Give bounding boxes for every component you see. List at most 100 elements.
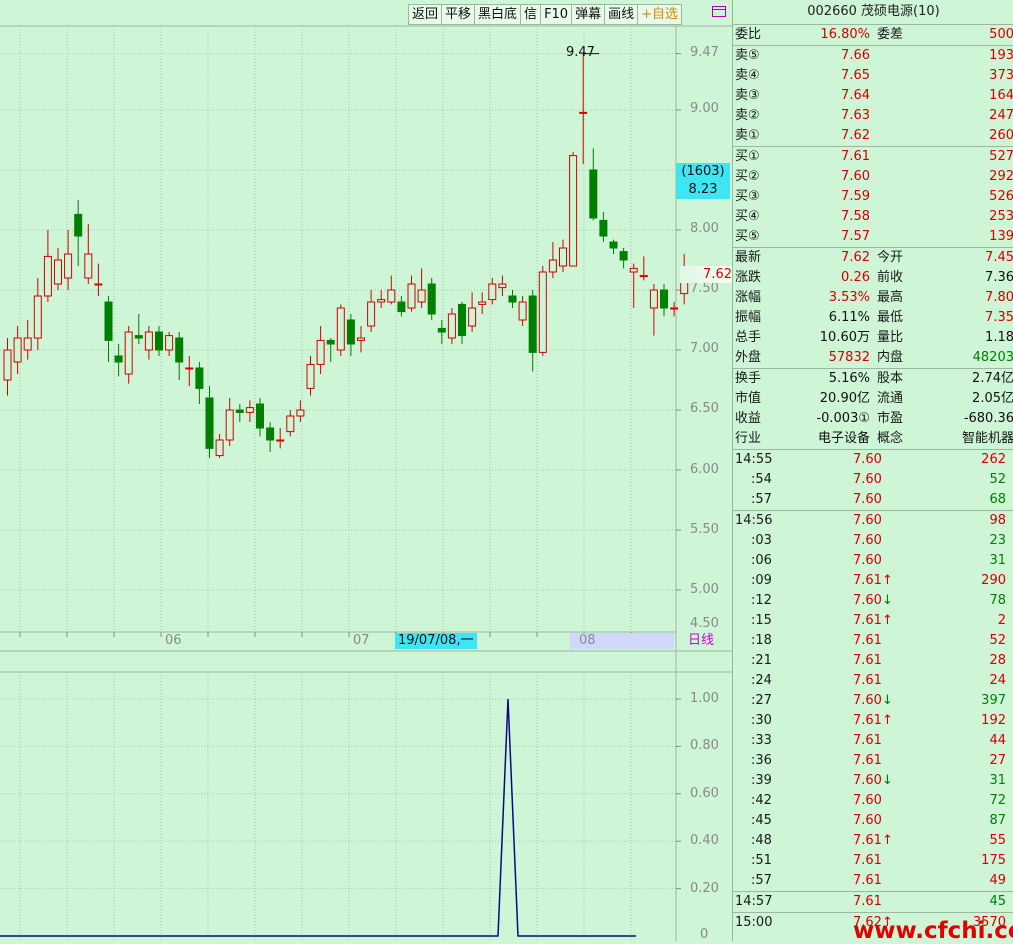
tick-price: 7.61 — [853, 871, 882, 891]
black-bg-button[interactable]: 黑白底 — [474, 4, 521, 25]
back-button[interactable]: 返回 — [408, 4, 442, 25]
candle-body-down — [134, 335, 143, 339]
candle-body-up — [498, 283, 507, 289]
tick-row[interactable]: :27 7.60↓ 397 — [733, 691, 1013, 711]
chart-area[interactable]: 返回 平移 黑白底 信 F10 弹幕 画线 +自选 9.47 9.47 9.00… — [0, 0, 732, 942]
period-label[interactable]: 日线 — [688, 633, 714, 649]
tick-price-value: 7.61 — [853, 713, 882, 728]
candle-body-up — [639, 275, 648, 278]
tick-price: 7.61 — [853, 631, 882, 651]
pan-button[interactable]: 平移 — [441, 4, 475, 25]
tick-direction-icon: ↑ — [881, 833, 893, 848]
f10-button[interactable]: F10 — [540, 4, 572, 25]
tick-price: 7.61 — [853, 851, 882, 871]
tick-price: 7.60 — [853, 450, 882, 470]
tick-price: 7.61↑ — [853, 831, 893, 851]
candle-body-down — [528, 295, 537, 353]
info-label: 流通 — [877, 391, 904, 406]
candle-body-down — [326, 339, 335, 345]
tick-row[interactable]: :21 7.61 28 — [733, 651, 1013, 671]
tick-row[interactable]: 14:56 7.60 98 — [733, 511, 1013, 531]
indicator-tick-label: 0.20 — [690, 881, 719, 896]
tick-row[interactable]: :30 7.61↑ 192 — [733, 711, 1013, 731]
tick-row[interactable]: :42 7.60 72 — [733, 791, 1013, 811]
candle-body-up — [43, 255, 52, 297]
tick-row[interactable]: :51 7.61 175 — [733, 851, 1013, 871]
tick-row[interactable]: 14:57 7.61 45 — [733, 892, 1013, 912]
tick-price-value: 7.61 — [853, 833, 882, 848]
tick-row[interactable]: 14:55 7.60 262 — [733, 450, 1013, 470]
buy-row[interactable]: 买③ 7.59 526 — [733, 187, 1013, 207]
weibi-label: 委比 — [735, 27, 762, 42]
tick-volume: 262 — [981, 452, 1006, 467]
candlestick-chart[interactable] — [0, 0, 732, 941]
sell-row[interactable]: 卖④ 7.65 373 — [733, 66, 1013, 86]
tick-row[interactable]: :57 7.60 68 — [733, 490, 1013, 510]
tick-time: :09 — [751, 573, 772, 588]
tick-row[interactable]: :45 7.60 87 — [733, 811, 1013, 831]
candle-body-down — [74, 213, 83, 237]
order-volume: 260 — [989, 128, 1013, 143]
sell-row[interactable]: 卖③ 7.64 164 — [733, 86, 1013, 106]
window-toggle-icon[interactable] — [712, 6, 726, 17]
tick-time: :27 — [751, 693, 772, 708]
info-button[interactable]: 信 — [520, 4, 541, 25]
sell-row[interactable]: 卖① 7.62 260 — [733, 126, 1013, 146]
tick-price: 7.60 — [853, 490, 882, 510]
sell-row[interactable]: 卖② 7.63 247 — [733, 106, 1013, 126]
candle-body-up — [54, 259, 62, 285]
tick-row[interactable]: :39 7.60↓ 31 — [733, 771, 1013, 791]
info-row: 收益 -0.003① 市盈 -680.36 — [733, 409, 1013, 429]
candle-body-up — [387, 289, 396, 303]
buy-row[interactable]: 买① 7.61 527 — [733, 147, 1013, 167]
candle-body-up — [23, 337, 32, 351]
tick-row[interactable]: :57 7.61 49 — [733, 871, 1013, 891]
buy-row[interactable]: 买⑤ 7.57 139 — [733, 227, 1013, 247]
tick-row[interactable]: :12 7.60↓ 78 — [733, 591, 1013, 611]
tick-price: 7.60 — [853, 511, 882, 531]
candle-body-up — [538, 271, 547, 353]
info-value: 电子设备 — [817, 431, 870, 446]
buy-row[interactable]: 买② 7.60 292 — [733, 167, 1013, 187]
candle-body-down — [427, 283, 436, 315]
stat-value: 0.26 — [841, 270, 870, 285]
tick-row[interactable]: :18 7.61 52 — [733, 631, 1013, 651]
tick-price-value: 7.60 — [853, 693, 882, 708]
stat-value: 7.62 — [841, 250, 870, 265]
tick-row[interactable]: :36 7.61 27 — [733, 751, 1013, 771]
tick-row[interactable]: :15 7.61↑ 2 — [733, 611, 1013, 631]
tick-row[interactable]: :48 7.61↑ 55 — [733, 831, 1013, 851]
candle-body-down — [256, 403, 264, 429]
order-volume: 292 — [989, 169, 1013, 184]
add-favorite-button[interactable]: +自选 — [637, 4, 683, 25]
tick-row[interactable]: :06 7.60 31 — [733, 551, 1013, 571]
high-price-label: 9.47 — [566, 45, 595, 60]
order-price: 7.64 — [841, 88, 870, 103]
tick-row[interactable]: :24 7.61 24 — [733, 671, 1013, 691]
buy-orders: 买① 7.61 527 买② 7.60 292 买③ 7.59 526 买④ 7.58 253 买⑤ 7.… — [733, 147, 1013, 247]
info-row: 行业 电子设备 概念 智能机器 — [733, 429, 1013, 449]
candle-body-up — [165, 335, 174, 351]
tick-volume: 2 — [997, 613, 1006, 628]
tick-row[interactable]: :09 7.61↑ 290 — [733, 571, 1013, 591]
sell-row[interactable]: 卖⑤ 7.66 193 — [733, 46, 1013, 66]
candle-body-up — [316, 339, 325, 365]
info-row: 换手 5.16% 股本 2.74亿 — [733, 369, 1013, 389]
draw-line-button[interactable]: 画线 — [604, 4, 638, 25]
candle-body-up — [276, 439, 285, 442]
danmaku-button[interactable]: 弹幕 — [571, 4, 605, 25]
tick-list[interactable]: 14:55 7.60 262:54 7.60 52:57 7.60 68 14:56 7.60 9… — [733, 450, 1013, 933]
candle-body-up — [377, 299, 386, 303]
tick-time: :15 — [751, 613, 772, 628]
tick-row[interactable]: :54 7.60 52 — [733, 470, 1013, 490]
tick-price-value: 7.61 — [853, 894, 882, 909]
tick-time: :12 — [751, 593, 772, 608]
tick-price-value: 7.60 — [853, 452, 882, 467]
order-level-label: 买⑤ — [735, 229, 760, 244]
tick-time: :45 — [751, 813, 772, 828]
tick-row[interactable]: :33 7.61 44 — [733, 731, 1013, 751]
candle-body-up — [286, 415, 295, 433]
stat-label: 前收 — [877, 270, 904, 285]
tick-row[interactable]: :03 7.60 23 — [733, 531, 1013, 551]
buy-row[interactable]: 买④ 7.58 253 — [733, 207, 1013, 227]
